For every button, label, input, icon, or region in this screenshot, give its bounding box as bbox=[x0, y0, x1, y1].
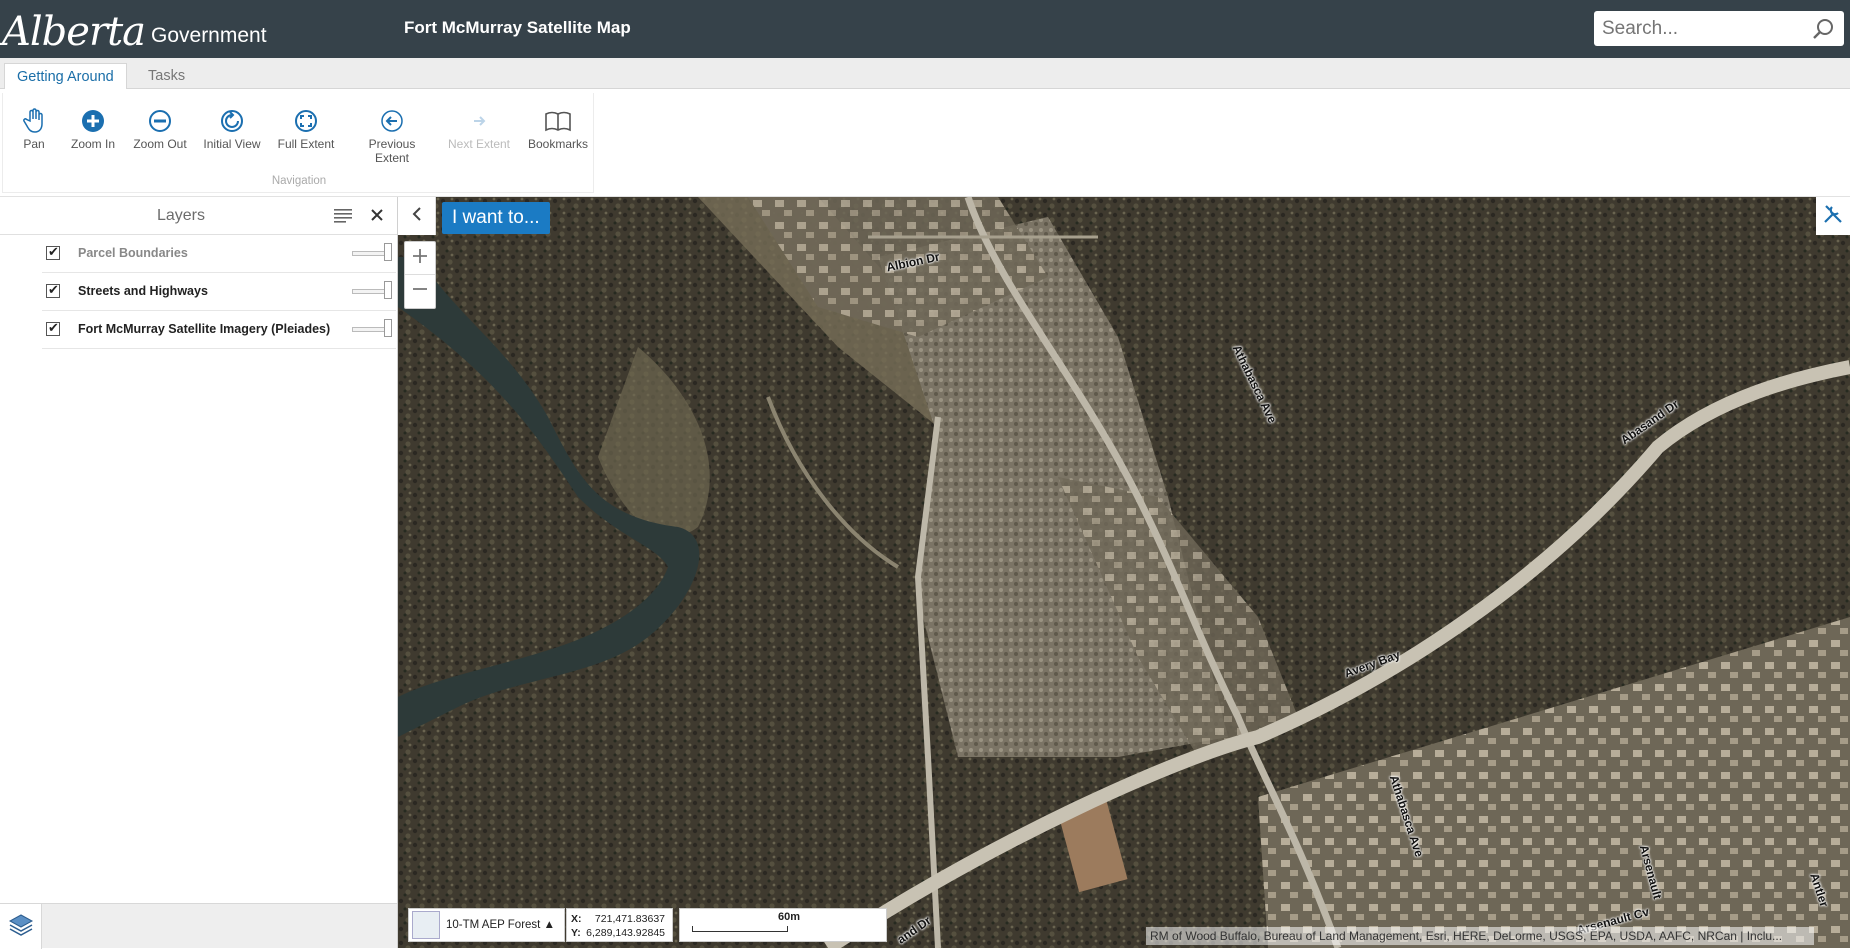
logo-government-text: Government bbox=[151, 24, 267, 47]
scale-bar-label: 60m bbox=[778, 911, 801, 923]
basemap-label: 10-TM AEP Forest ▲ bbox=[446, 919, 555, 931]
search-icon[interactable] bbox=[1812, 17, 1836, 46]
ribbon-tab-bar: Getting Around Tasks bbox=[0, 58, 1850, 90]
layers-stack-icon bbox=[8, 912, 34, 941]
layer-label: Parcel Boundaries bbox=[78, 246, 188, 260]
menu-icon[interactable] bbox=[334, 208, 352, 229]
expand-icon bbox=[294, 109, 318, 136]
bookmarks-button[interactable]: Bookmarks bbox=[527, 107, 589, 151]
full-extent-label: Full Extent bbox=[277, 137, 335, 151]
navigation-group: Pan Zoom In Zoom Out Initial View Full E… bbox=[2, 93, 594, 193]
layer-label: Streets and Highways bbox=[78, 284, 208, 298]
map-status-bar: 10-TM AEP Forest ▲ X: 721,471.83637 Y: 6,2… bbox=[408, 908, 887, 942]
navigation-group-label: Navigation bbox=[271, 175, 327, 187]
checkmark-icon: ✔ bbox=[48, 244, 59, 259]
logo-script-text: Alberta bbox=[2, 9, 146, 55]
basemap-thumbnail-icon bbox=[412, 911, 440, 939]
initial-view-label: Initial View bbox=[203, 137, 261, 151]
opacity-slider-handle[interactable] bbox=[384, 243, 392, 261]
minus-circle-icon bbox=[148, 109, 172, 136]
checkmark-icon: ✔ bbox=[48, 320, 59, 335]
pan-label: Pan bbox=[23, 137, 45, 151]
hand-icon bbox=[22, 107, 46, 137]
scale-bar: 60m bbox=[679, 908, 887, 942]
app-header: Alberta Government Fort McMurray Satelli… bbox=[0, 0, 1850, 58]
y-coord-value: 6,289,143.92845 bbox=[586, 927, 665, 939]
close-icon[interactable] bbox=[370, 208, 384, 227]
layers-panel-header: Layers bbox=[0, 197, 397, 235]
layer-checkbox[interactable]: ✔ bbox=[46, 244, 60, 260]
opacity-slider-handle[interactable] bbox=[384, 281, 392, 299]
tools-icon bbox=[1822, 203, 1844, 230]
previous-extent-label: Previous Extent bbox=[368, 137, 416, 165]
i-want-to-button[interactable]: I want to... bbox=[442, 202, 550, 234]
chevron-left-icon bbox=[411, 206, 423, 227]
y-coord-label: Y: bbox=[571, 927, 581, 939]
tab-getting-around[interactable]: Getting Around bbox=[4, 63, 127, 90]
coordinate-readout: X: 721,471.83637 Y: 6,289,143.92845 bbox=[566, 908, 673, 942]
layer-checkbox[interactable]: ✔ bbox=[46, 282, 60, 298]
arrow-left-icon bbox=[380, 109, 404, 136]
map-zoom-in-button[interactable] bbox=[405, 242, 435, 275]
full-extent-button[interactable]: Full Extent bbox=[277, 107, 335, 151]
arrow-right-icon bbox=[467, 109, 491, 136]
map-attribution: RM of Wood Buffalo, Bureau of Land Manag… bbox=[1146, 927, 1814, 945]
alberta-government-logo[interactable]: Alberta Government bbox=[2, 4, 267, 54]
layers-title: Layers bbox=[156, 207, 206, 224]
book-icon bbox=[544, 109, 572, 136]
minus-icon bbox=[411, 280, 429, 303]
map-zoom-control bbox=[404, 241, 436, 309]
layers-toggle-button[interactable] bbox=[0, 904, 42, 949]
map-view[interactable]: Albion Dr Athabasca Ave Abasand Dr Avery… bbox=[398, 197, 1850, 948]
search-input[interactable] bbox=[1594, 17, 1809, 40]
map-zoom-out-button[interactable] bbox=[405, 275, 435, 308]
layer-checkbox[interactable]: ✔ bbox=[46, 320, 60, 336]
zoom-out-label: Zoom Out bbox=[133, 137, 187, 151]
pan-button[interactable]: Pan bbox=[13, 107, 55, 151]
ribbon-toolbar: Pan Zoom In Zoom Out Initial View Full E… bbox=[0, 89, 1850, 197]
tab-tasks[interactable]: Tasks bbox=[136, 63, 197, 90]
zoom-in-label: Zoom In bbox=[70, 137, 115, 151]
map-tools-button[interactable] bbox=[1816, 197, 1850, 235]
sidebar-footer bbox=[0, 903, 397, 949]
collapse-panel-button[interactable] bbox=[398, 197, 436, 235]
layer-row-satellite-imagery: ✔ Fort McMurray Satellite Imagery (Pleia… bbox=[42, 311, 396, 349]
page-title: Fort McMurray Satellite Map bbox=[404, 18, 631, 37]
next-extent-label: Next Extent bbox=[447, 137, 511, 151]
refresh-icon bbox=[220, 109, 244, 136]
layer-label: Fort McMurray Satellite Imagery (Pleiade… bbox=[78, 322, 331, 336]
x-coord-label: X: bbox=[571, 913, 582, 925]
search-box[interactable] bbox=[1594, 11, 1844, 46]
layers-panel: Layers ✔ Parcel Boundaries ✔ Streets and… bbox=[0, 197, 398, 949]
bookmarks-label: Bookmarks bbox=[527, 137, 589, 151]
plus-circle-icon bbox=[81, 109, 105, 136]
next-extent-button[interactable]: Next Extent bbox=[445, 107, 513, 151]
checkmark-icon: ✔ bbox=[48, 282, 59, 297]
zoom-out-button[interactable]: Zoom Out bbox=[131, 107, 189, 151]
previous-extent-button[interactable]: Previous Extent bbox=[351, 107, 433, 165]
layer-row-parcel-boundaries: ✔ Parcel Boundaries bbox=[42, 235, 396, 273]
plus-icon bbox=[411, 247, 429, 270]
satellite-imagery bbox=[398, 197, 1850, 948]
scale-bar-line bbox=[692, 926, 788, 932]
layer-row-streets-and-highways: ✔ Streets and Highways bbox=[42, 273, 396, 311]
basemap-switcher[interactable]: 10-TM AEP Forest ▲ bbox=[408, 908, 565, 942]
opacity-slider-handle[interactable] bbox=[384, 319, 392, 337]
initial-view-button[interactable]: Initial View bbox=[201, 107, 263, 151]
zoom-in-button[interactable]: Zoom In bbox=[67, 107, 119, 151]
x-coord-value: 721,471.83637 bbox=[594, 913, 665, 925]
